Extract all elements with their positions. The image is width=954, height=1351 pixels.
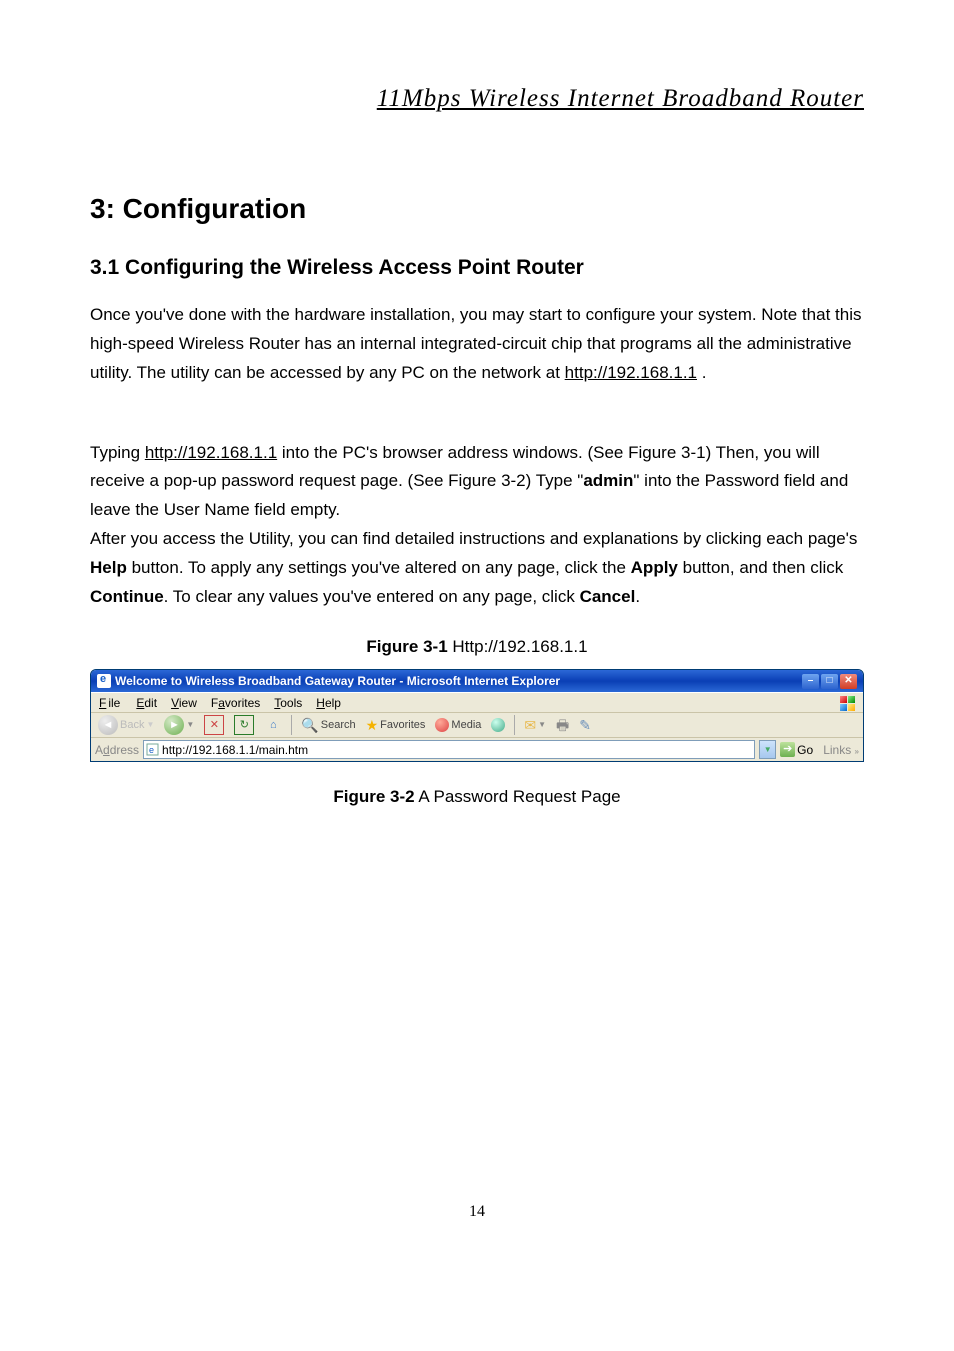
forward-button[interactable]: ► ▼	[161, 715, 197, 735]
figure-2-caption: Figure 3-2 A Password Request Page	[90, 784, 864, 810]
print-button[interactable]: 🖶	[553, 715, 572, 735]
heading-1: 3: Configuration	[90, 188, 864, 230]
url-link-1: http://192.168.1.1	[565, 363, 697, 382]
paragraph-1: Once you've done with the hardware insta…	[90, 301, 864, 388]
figure-2-text: A Password Request Page	[415, 787, 621, 806]
ie-titlebar: Welcome to Wireless Broadband Gateway Ro…	[91, 670, 863, 692]
search-button[interactable]: 🔍Search	[298, 715, 358, 735]
back-label: Back	[120, 720, 144, 731]
windows-logo-icon	[839, 695, 857, 711]
ie-addressbar: Address e http://192.168.1.1/main.htm ▼ …	[91, 737, 863, 761]
minimize-button[interactable]: –	[802, 674, 819, 689]
menu-favorites[interactable]: Favorites	[209, 696, 262, 710]
search-label: Search	[321, 720, 356, 731]
para2-mid4: button, and then click	[678, 558, 843, 577]
heading-2: 3.1 Configuring the Wireless Access Poin…	[90, 252, 864, 284]
bold-cancel: Cancel	[580, 587, 636, 606]
home-button[interactable]: ⌂	[261, 715, 285, 735]
menu-view[interactable]: View	[169, 696, 199, 710]
figure-1-label: Figure 3-1	[366, 637, 447, 656]
media-button[interactable]: Media	[432, 715, 484, 735]
ie-app-icon	[97, 674, 111, 688]
address-input[interactable]: http://192.168.1.1/main.htm	[162, 744, 752, 756]
ie-window-buttons: – □ ✕	[802, 674, 857, 689]
address-field[interactable]: e http://192.168.1.1/main.htm	[143, 740, 755, 759]
media-label: Media	[451, 720, 481, 731]
para1-text: Once you've done with the hardware insta…	[90, 305, 861, 382]
figure-1-text: Http://192.168.1.1	[448, 637, 588, 656]
address-label: Address	[95, 744, 139, 756]
toolbar-divider	[291, 715, 292, 735]
page-number: 14	[90, 1200, 864, 1224]
para2-post: .	[635, 587, 640, 606]
stop-button[interactable]: ✕	[201, 715, 227, 735]
document-header: 11Mbps Wireless Internet Broadband Route…	[90, 80, 864, 118]
ie-title-text: Welcome to Wireless Broadband Gateway Ro…	[115, 675, 560, 687]
maximize-button[interactable]: □	[821, 674, 838, 689]
back-button[interactable]: ◄ Back ▼	[95, 715, 157, 735]
favorites-button[interactable]: ★Favorites	[363, 715, 429, 735]
go-button[interactable]: ➔ Go	[780, 742, 813, 757]
svg-text:e: e	[149, 745, 154, 755]
figure-2-label: Figure 3-2	[333, 787, 414, 806]
refresh-button[interactable]: ↻	[231, 715, 257, 735]
bold-continue: Continue	[90, 587, 164, 606]
favorites-label: Favorites	[380, 720, 425, 731]
menu-tools[interactable]: Tools	[272, 696, 304, 710]
ie-page-icon: e	[146, 743, 159, 756]
bold-help: Help	[90, 558, 127, 577]
para2-mid5: . To clear any values you've entered on …	[164, 587, 580, 606]
toolbar-divider-2	[514, 715, 515, 735]
ie-toolbar: ◄ Back ▼ ► ▼ ✕ ↻ ⌂ 🔍Search ★Favorites Me…	[91, 712, 863, 737]
go-label: Go	[797, 744, 813, 756]
edit-button[interactable]: ✎	[576, 715, 594, 735]
ie-menubar: File Edit View Favorites Tools Help	[91, 692, 863, 712]
menu-file[interactable]: File	[97, 696, 124, 710]
menu-help[interactable]: Help	[314, 696, 343, 710]
bold-admin: admin	[583, 471, 633, 490]
para1-post: .	[697, 363, 706, 382]
ie-window: Welcome to Wireless Broadband Gateway Ro…	[90, 669, 864, 762]
menu-edit[interactable]: Edit	[134, 696, 159, 710]
history-button[interactable]	[488, 715, 508, 735]
close-button[interactable]: ✕	[840, 674, 857, 689]
url-link-2: http://192.168.1.1	[145, 443, 277, 462]
links-label[interactable]: Links »	[823, 744, 859, 756]
address-dropdown[interactable]: ▼	[759, 740, 776, 759]
para2-pre: Typing	[90, 443, 145, 462]
para2-mid3: button. To apply any settings you've alt…	[127, 558, 631, 577]
bold-apply: Apply	[631, 558, 678, 577]
mail-button[interactable]: ✉▼	[521, 715, 549, 735]
figure-1-caption: Figure 3-1 Http://192.168.1.1	[90, 634, 864, 660]
paragraph-2: Typing http://192.168.1.1 into the PC's …	[90, 410, 864, 612]
